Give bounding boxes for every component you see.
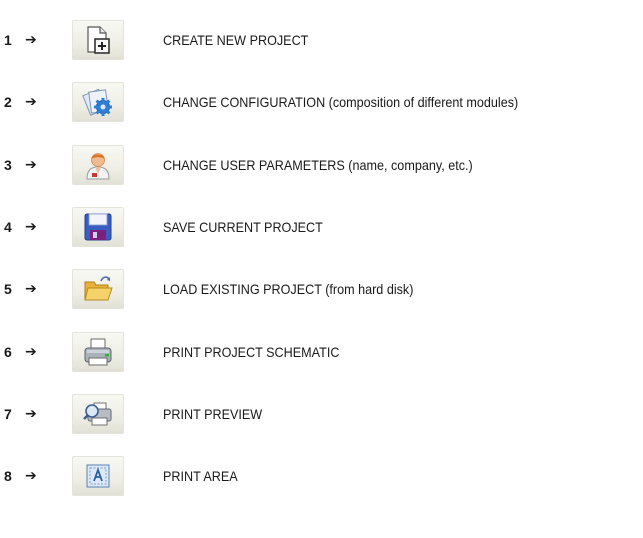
arrow-icon: ➔ <box>25 31 37 47</box>
item-label: PRINT AREA <box>163 468 238 484</box>
arrow-icon: ➔ <box>25 93 37 109</box>
item-number: 7 <box>4 406 12 422</box>
open-folder-icon <box>84 276 113 301</box>
save-project-button[interactable] <box>72 207 124 247</box>
load-project-button[interactable] <box>72 269 124 309</box>
item-label: CHANGE CONFIGURATION (composition of dif… <box>163 94 519 110</box>
arrow-icon: ➔ <box>25 280 37 296</box>
item-number: 5 <box>4 281 12 297</box>
item-label: CHANGE USER PARAMETERS (name, company, e… <box>163 157 473 173</box>
printer-icon <box>84 338 112 366</box>
print-area-icon <box>86 464 110 488</box>
item-number: 6 <box>4 344 12 360</box>
print-area-button[interactable] <box>72 456 124 496</box>
change-user-parameters-button[interactable] <box>72 145 124 185</box>
item-number: 3 <box>4 157 12 173</box>
list-item-change-configuration: 2 ➔ CHANGE CONFIGURATION (composition of… <box>0 82 643 122</box>
item-label: PRINT PROJECT SCHEMATIC <box>163 344 340 360</box>
list-item-print-project-schematic: 6 ➔ PRINT PROJECT SCHEMATIC <box>0 332 643 372</box>
list-item-create-new-project: 1 ➔ CREATE NEW PROJECT <box>0 20 643 60</box>
item-label: LOAD EXISTING PROJECT (from hard disk) <box>163 281 414 297</box>
print-schematic-button[interactable] <box>72 332 124 372</box>
print-preview-icon <box>83 402 112 426</box>
arrow-icon: ➔ <box>25 343 37 359</box>
arrow-icon: ➔ <box>25 218 37 234</box>
arrow-icon: ➔ <box>25 156 37 172</box>
new-project-icon <box>87 26 110 54</box>
list-item-save-current-project: 4 ➔ SAVE CURRENT PROJECT <box>0 207 643 247</box>
item-number: 1 <box>4 32 12 48</box>
configuration-gear-icon <box>82 88 112 116</box>
new-project-button[interactable] <box>72 20 124 60</box>
item-label: SAVE CURRENT PROJECT <box>163 219 323 235</box>
list-item-load-existing-project: 5 ➔ LOAD EXISTING PROJECT (from hard dis… <box>0 269 643 309</box>
item-label: CREATE NEW PROJECT <box>163 32 309 48</box>
user-icon <box>86 153 110 180</box>
item-number: 4 <box>4 219 12 235</box>
arrow-icon: ➔ <box>25 405 37 421</box>
list-item-print-area: 8 ➔ PRINT AREA <box>0 456 643 496</box>
floppy-disk-icon <box>84 213 112 241</box>
item-number: 8 <box>4 468 12 484</box>
arrow-icon: ➔ <box>25 467 37 483</box>
list-item-print-preview: 7 ➔ PRINT PREVIEW <box>0 394 643 434</box>
item-number: 2 <box>4 94 12 110</box>
list-item-change-user-parameters: 3 ➔ CHANGE USER PARAMETERS (name, compan… <box>0 145 643 185</box>
print-preview-button[interactable] <box>72 394 124 434</box>
item-label: PRINT PREVIEW <box>163 406 263 422</box>
change-configuration-button[interactable] <box>72 82 124 122</box>
